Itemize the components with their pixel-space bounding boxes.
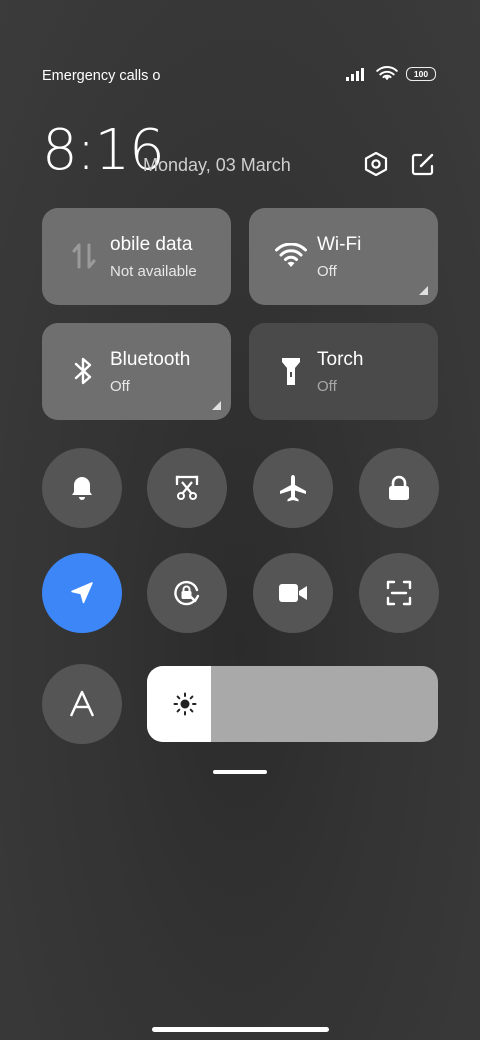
home-indicator[interactable] xyxy=(152,1027,329,1032)
scan-icon xyxy=(386,580,412,606)
carrier-text: Emergency calls o xyxy=(42,68,161,84)
tile-mobile-data[interactable]: obile data Not available xyxy=(42,208,231,305)
edit-icon xyxy=(411,153,434,176)
brightness-slider[interactable] xyxy=(147,666,438,742)
bluetooth-icon xyxy=(68,355,100,387)
expand-corner-icon[interactable] xyxy=(212,401,221,410)
rotation-lock-icon xyxy=(174,580,200,606)
drag-handle[interactable] xyxy=(213,770,267,774)
tile-title: Wi-Fi xyxy=(317,234,362,255)
tile-title: obile data xyxy=(110,234,193,255)
toggle-location[interactable] xyxy=(42,553,122,633)
tile-subtitle: Off xyxy=(110,378,130,395)
tile-title: Torch xyxy=(317,349,364,370)
tile-subtitle: Off xyxy=(317,263,337,280)
toggle-screen-recorder[interactable] xyxy=(253,553,333,633)
airplane-icon xyxy=(280,475,306,502)
battery-icon: 100 xyxy=(406,67,436,81)
toggle-screenshot[interactable] xyxy=(147,448,227,528)
font-a-icon xyxy=(69,690,95,717)
tile-title: Bluetooth xyxy=(110,349,191,370)
mobile-data-icon xyxy=(68,240,100,272)
tile-subtitle: Not available xyxy=(110,263,197,280)
screenshot-scissors-icon xyxy=(175,475,199,500)
sun-icon xyxy=(173,692,197,716)
lock-icon xyxy=(389,475,409,500)
wifi-status-icon xyxy=(376,66,398,81)
tile-wifi[interactable]: Wi-Fi Off xyxy=(249,208,438,305)
location-icon xyxy=(71,582,93,604)
video-camera-icon xyxy=(279,584,307,602)
toggle-lock[interactable] xyxy=(359,448,439,528)
clock-date: Monday, 03 March xyxy=(143,155,291,175)
torch-icon xyxy=(275,355,307,387)
tile-torch[interactable]: Torch Off xyxy=(249,323,438,420)
toggle-sound[interactable] xyxy=(42,448,122,528)
bell-icon xyxy=(72,477,92,500)
wifi-icon xyxy=(275,240,307,272)
status-bar: Emergency calls o 100 xyxy=(42,66,436,88)
settings-hexagon-icon xyxy=(364,151,388,177)
toggle-rotation-lock[interactable] xyxy=(147,553,227,633)
expand-corner-icon[interactable] xyxy=(419,286,428,295)
edit-button[interactable] xyxy=(409,150,437,178)
status-icons: 100 xyxy=(346,66,436,82)
settings-button[interactable] xyxy=(362,150,390,178)
toggle-scanner[interactable] xyxy=(359,553,439,633)
toggle-airplane[interactable] xyxy=(253,448,333,528)
signal-icon xyxy=(346,68,364,81)
tile-bluetooth[interactable]: Bluetooth Off xyxy=(42,323,231,420)
tile-subtitle: Off xyxy=(317,378,337,395)
toggle-auto-brightness[interactable] xyxy=(42,664,122,744)
battery-level: 100 xyxy=(413,69,429,79)
